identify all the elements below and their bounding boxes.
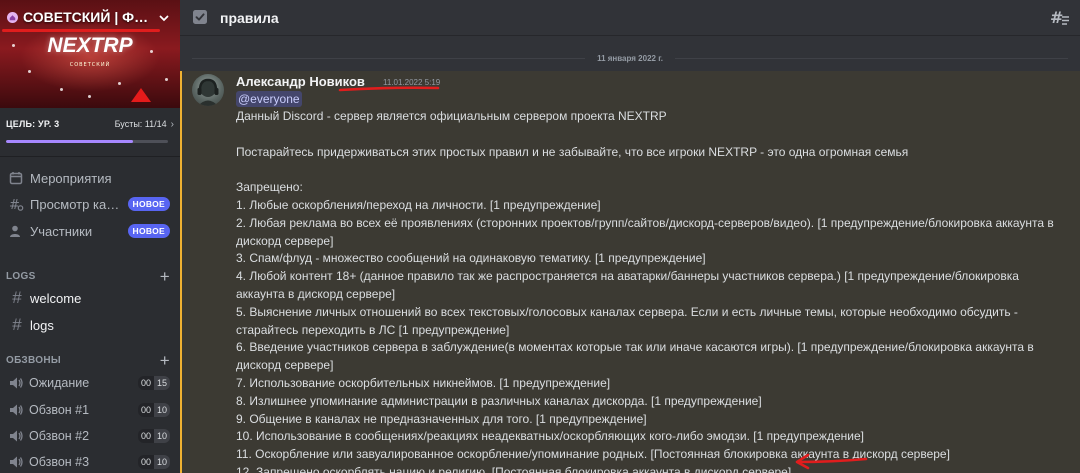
text-channel-icon: # [12, 288, 22, 307]
channel-name: logs [30, 317, 54, 333]
message-line: 1. Любые оскорбления/переход на личности… [236, 197, 601, 212]
message-line: аккаунта в дискорд сервере] [236, 286, 396, 301]
message-content: Данный Discord - сервер является официал… [236, 108, 1066, 473]
nav-item-events[interactable]: Мероприятия [4, 166, 174, 190]
rules-icon [192, 9, 210, 27]
message-line: Данный Discord - сервер является официал… [236, 109, 667, 123]
channel-name: welcome [30, 290, 82, 306]
user-count: 00 [137, 429, 154, 443]
voice-channel-call-1[interactable]: Обзвон #1 00 10 [4, 398, 174, 422]
boost-count-label: Бусты: 11/14 [114, 119, 167, 129]
speaker-icon [8, 375, 24, 391]
message-line [236, 161, 1066, 179]
user-limit: 10 [153, 403, 170, 417]
message-highlighted[interactable]: Александр Новиков 11.01.2022 5:19 @every… [180, 71, 1080, 473]
channel-title: правила [220, 9, 279, 26]
message-line: дискорд сервере] [236, 233, 334, 248]
threads-icon[interactable]: # [1050, 8, 1070, 28]
chevron-right-icon: › [170, 118, 174, 130]
category-name: ОБЗВОНЫ [6, 354, 61, 366]
message-line: Постарайтесь придерживаться этих простых… [236, 144, 909, 159]
message-line: 10. Использование в сообщениях/реакциях … [236, 429, 864, 444]
speaker-icon [8, 402, 24, 418]
message-line: 12. Запрещено оскорблять нацию и религию… [236, 464, 792, 473]
annotation-arrow-icon [795, 453, 868, 470]
voice-channel-name: Ожидание [29, 376, 90, 390]
annotation-triangle [131, 88, 151, 102]
channel-welcome[interactable]: # welcome [4, 286, 174, 310]
nav-item-browse-channels[interactable]: # Просмотр канала... НОВОЕ [4, 192, 174, 216]
boost-count[interactable]: Бусты: 11/14 › [115, 119, 174, 130]
voice-channel-name: Обзвон #1 [29, 403, 90, 417]
nav-item-label: Просмотр канала... [30, 196, 125, 212]
calendar-icon [8, 170, 24, 186]
message-line: дискорд сервере] [236, 358, 334, 373]
user-limit: 10 [153, 429, 170, 443]
channel-sidebar: NEXTRP СОВЕТСКИЙ СОВЕТСКИЙ | ФРА... ЦЕЛЬ… [0, 0, 180, 473]
message-line: 6. Введение участников сервера в заблужд… [236, 340, 1034, 355]
date-separator-label: 11 января 2022 г. [597, 53, 663, 63]
message-line: 3. Спам/флуд - множество сообщений на од… [236, 251, 706, 266]
user-count: 00 [137, 455, 154, 469]
new-badge: НОВОЕ [127, 197, 170, 211]
server-logo-subtitle: СОВЕТСКИЙ [69, 62, 111, 68]
speaker-icon [8, 428, 24, 444]
user-count: 00 [137, 376, 154, 390]
chevron-down-icon[interactable] [158, 11, 170, 23]
sidebar-divider [0, 156, 180, 157]
message-line: 9. Общение в каналах не предназначенных … [236, 411, 647, 426]
message-line: 8. Излишнее упоминание администрации в р… [236, 393, 762, 408]
user-limit-badge: 00 10 [137, 429, 170, 443]
boost-goal-label: ЦЕЛЬ: УР. 3 [6, 119, 60, 129]
message-line: 4. Любой контент 18+ (данное правило так… [236, 269, 1019, 284]
user-count: 00 [137, 403, 154, 417]
message-line: 7. Использование оскорбительных никнеймо… [236, 375, 611, 390]
nav-item-label: Участники [30, 223, 93, 239]
category-logs[interactable]: LOGS + [4, 268, 174, 285]
add-channel-icon[interactable]: + [160, 352, 170, 369]
annotation-underline-server [2, 29, 160, 32]
avatar[interactable] [192, 74, 224, 106]
message-line: Запрещено: [236, 180, 303, 195]
server-home-icon [6, 11, 18, 23]
add-channel-icon[interactable]: + [160, 268, 170, 285]
message-line: 5. Выяснение личных отношений во всех те… [236, 304, 1018, 319]
category-name: LOGS [6, 270, 36, 282]
nav-item-label: Мероприятия [30, 170, 112, 186]
mention-everyone[interactable]: @everyone [236, 91, 302, 107]
voice-channel-waiting[interactable]: Ожидание 00 15 [4, 371, 174, 395]
members-icon [8, 223, 24, 239]
boost-progress-fill [6, 140, 134, 143]
server-logo: NEXTRP [47, 34, 133, 57]
messages-area: 11 января 2022 г. Александр Новиков 11.0… [180, 37, 1080, 473]
voice-channel-call-3[interactable]: Обзвон #3 00 10 [4, 450, 174, 473]
user-limit-badge: 00 10 [137, 403, 170, 417]
user-limit: 15 [153, 376, 170, 390]
text-channel-icon: # [12, 315, 22, 334]
voice-channel-call-2[interactable]: Обзвон #2 00 10 [4, 424, 174, 448]
speaker-icon [8, 454, 24, 470]
voice-channel-name: Обзвон #2 [29, 429, 90, 443]
channel-header: правила # [180, 0, 1080, 36]
server-name: СОВЕТСКИЙ | ФРА... [23, 9, 154, 25]
new-badge: НОВОЕ [127, 224, 170, 238]
user-limit: 10 [153, 455, 170, 469]
category-calls[interactable]: ОБЗВОНЫ + [4, 352, 174, 369]
boost-progress-bar [6, 140, 168, 143]
user-limit-badge: 00 15 [137, 376, 170, 390]
message-line [236, 126, 1066, 144]
message-line: 11. Оскорбление или завуалированное оско… [236, 447, 950, 462]
nav-item-members[interactable]: Участники НОВОЕ [4, 219, 174, 243]
svg-text:#: # [1050, 8, 1063, 27]
date-separator: 11 января 2022 г. [180, 49, 1080, 67]
message-line: 2. Любая реклама во всех её проявлениях … [236, 215, 1054, 230]
voice-channel-name: Обзвон #3 [29, 455, 90, 469]
svg-text:#: # [9, 198, 20, 212]
boost-goal[interactable]: ЦЕЛЬ: УР. 3 Бусты: 11/14 › [0, 114, 180, 143]
channel-logs[interactable]: # logs [4, 313, 174, 337]
annotation-underline-timestamp [338, 86, 440, 92]
message-line: старайтесь переходить в ЛС [1 предупрежд… [236, 322, 510, 337]
browse-channels-icon: # [8, 196, 24, 212]
user-limit-badge: 00 10 [137, 455, 170, 469]
